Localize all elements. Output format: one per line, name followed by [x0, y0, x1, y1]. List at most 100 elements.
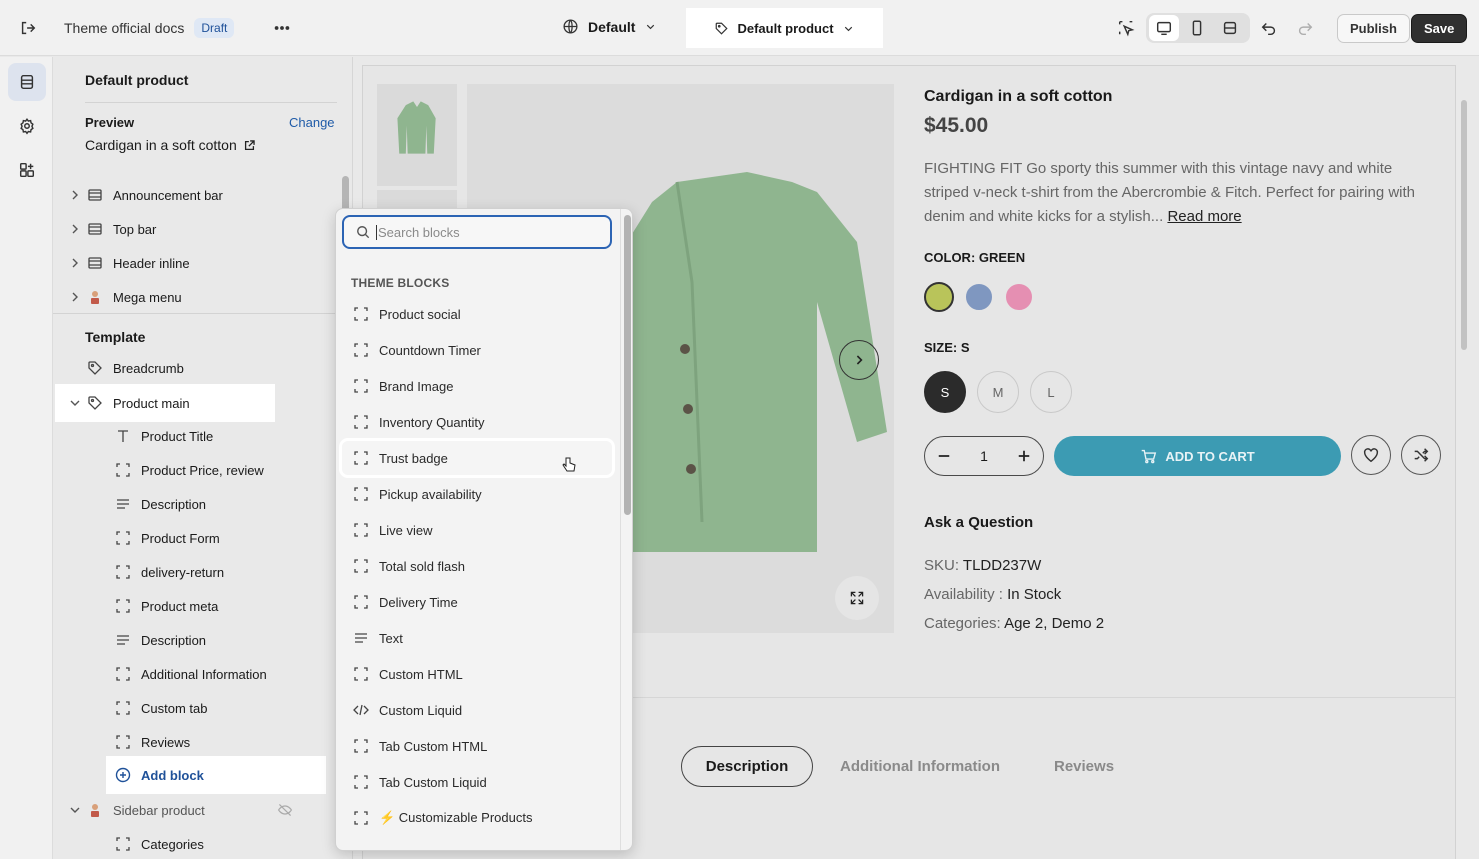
- block-item[interactable]: Custom tab: [53, 692, 335, 724]
- hidden-eye-icon[interactable]: [277, 802, 293, 818]
- section-product-main[interactable]: Product main: [55, 384, 275, 422]
- change-link[interactable]: Change: [289, 115, 335, 130]
- block-option[interactable]: Delivery Time: [342, 585, 612, 619]
- desktop-icon[interactable]: [1149, 15, 1179, 41]
- panel-title: Default product: [85, 72, 189, 88]
- sections-panel: Default product Preview Change Cardigan …: [53, 57, 353, 859]
- compare-button[interactable]: [1401, 435, 1441, 475]
- tab-reviews[interactable]: Reviews: [1054, 758, 1114, 775]
- chevron-down-icon[interactable]: [70, 398, 80, 408]
- add-block-button[interactable]: Add block: [106, 756, 326, 794]
- chevron-right-icon[interactable]: [70, 190, 80, 200]
- block-item[interactable]: Product Price, review: [53, 454, 335, 486]
- chevron-right-icon[interactable]: [70, 258, 80, 268]
- sections-icon[interactable]: [8, 63, 46, 101]
- external-link-icon[interactable]: [243, 139, 256, 152]
- block-item[interactable]: Description: [53, 624, 335, 656]
- block-option[interactable]: Product social: [342, 297, 612, 331]
- picker-scrollbar[interactable]: [624, 215, 631, 515]
- block-item[interactable]: Product meta: [53, 590, 335, 622]
- block-option[interactable]: Custom HTML: [342, 657, 612, 691]
- block-option[interactable]: Total sold flash: [342, 549, 612, 583]
- next-image-button[interactable]: [839, 340, 879, 380]
- quantity-stepper: 1: [924, 436, 1044, 476]
- inspector-icon[interactable]: [1111, 13, 1141, 43]
- size-option-s[interactable]: S: [924, 371, 966, 413]
- block-label: Additional Information: [141, 666, 267, 682]
- block-icon: [354, 775, 368, 789]
- tab-description[interactable]: Description: [681, 746, 813, 787]
- block-item[interactable]: Product Form: [53, 522, 335, 554]
- section-icon: [88, 257, 102, 269]
- color-swatch-green[interactable]: [924, 282, 954, 312]
- block-item[interactable]: Description: [53, 488, 335, 520]
- preview-scrollbar[interactable]: [1461, 100, 1467, 350]
- section-breadcrumb[interactable]: Breadcrumb: [53, 352, 335, 384]
- color-swatch-blue[interactable]: [964, 282, 994, 312]
- add-to-cart-button[interactable]: ADD TO CART: [1054, 436, 1341, 476]
- block-option[interactable]: Text: [342, 621, 612, 655]
- mobile-icon[interactable]: [1182, 13, 1212, 43]
- product-thumbnail[interactable]: [377, 84, 457, 186]
- section-top-bar[interactable]: Top bar: [53, 213, 335, 245]
- viewport-switcher: [1146, 13, 1250, 43]
- section-mega-menu[interactable]: Mega menu: [53, 281, 335, 313]
- template-selector[interactable]: Default product: [686, 8, 883, 48]
- plus-icon[interactable]: [1017, 449, 1031, 463]
- section-sidebar-product[interactable]: Sidebar product: [53, 794, 335, 826]
- block-option[interactable]: Pickup availability: [342, 477, 612, 511]
- block-item[interactable]: Reviews: [53, 726, 335, 758]
- undo-icon[interactable]: [1254, 13, 1284, 43]
- exit-icon[interactable]: [13, 13, 43, 43]
- section-header-inline[interactable]: Header inline: [53, 247, 335, 279]
- block-item[interactable]: Product Title: [53, 420, 335, 452]
- quantity-value[interactable]: 1: [980, 448, 988, 464]
- block-item[interactable]: delivery-return: [53, 556, 335, 588]
- block-icon: [116, 735, 130, 749]
- more-icon[interactable]: [267, 13, 297, 43]
- wishlist-button[interactable]: [1351, 435, 1391, 475]
- block-categories[interactable]: Categories: [53, 828, 335, 859]
- block-option[interactable]: Live view: [342, 513, 612, 547]
- redo-icon[interactable]: [1290, 13, 1320, 43]
- block-option[interactable]: Tab Custom Liquid: [342, 765, 612, 799]
- minus-icon[interactable]: [937, 449, 951, 463]
- block-option[interactable]: ⚡ Customizable Products: [342, 801, 612, 835]
- zoom-button[interactable]: [835, 576, 879, 620]
- size-option-l[interactable]: L: [1030, 371, 1072, 413]
- categories-label: Categories:: [924, 615, 1001, 632]
- block-option-label: Countdown Timer: [379, 342, 481, 358]
- block-item[interactable]: Additional Information: [53, 658, 335, 690]
- availability-row: Availability : In Stock: [924, 586, 1061, 603]
- block-option[interactable]: Brand Image: [342, 369, 612, 403]
- section-announcement-bar[interactable]: Announcement bar: [53, 179, 335, 211]
- color-swatch-pink[interactable]: [1004, 282, 1034, 312]
- block-option[interactable]: Tab Custom HTML: [342, 729, 612, 763]
- size-option-m[interactable]: M: [977, 371, 1019, 413]
- sku-value: TLDD237W: [962, 557, 1042, 574]
- read-more-link[interactable]: Read more: [1167, 208, 1241, 225]
- language-selector[interactable]: Default: [562, 18, 657, 35]
- block-option[interactable]: Inventory Quantity: [342, 405, 612, 439]
- ask-question-link[interactable]: Ask a Question: [924, 514, 1033, 531]
- block-option-label: Delivery Time: [379, 594, 458, 610]
- block-option[interactable]: Countdown Timer: [342, 333, 612, 367]
- apps-icon[interactable]: [8, 151, 46, 189]
- settings-gear-icon[interactable]: [8, 107, 46, 145]
- save-button[interactable]: Save: [1411, 14, 1468, 43]
- code-icon: [353, 704, 369, 716]
- block-option[interactable]: Custom Liquid: [342, 693, 612, 727]
- product-thumbnail[interactable]: [377, 190, 457, 210]
- section-label: Product main: [113, 395, 190, 411]
- language-label: Default: [588, 18, 636, 35]
- tab-additional-information[interactable]: Additional Information: [840, 758, 1000, 775]
- publish-button[interactable]: Publish: [1337, 14, 1410, 43]
- text-icon: [118, 430, 128, 442]
- chevron-down-icon[interactable]: [70, 805, 80, 815]
- block-icon: [354, 667, 368, 681]
- search-input[interactable]: Search blocks: [342, 215, 612, 249]
- panel-scrollbar[interactable]: [342, 176, 349, 212]
- chevron-right-icon[interactable]: [70, 292, 80, 302]
- fullscreen-icon[interactable]: [1215, 13, 1245, 43]
- chevron-right-icon[interactable]: [70, 224, 80, 234]
